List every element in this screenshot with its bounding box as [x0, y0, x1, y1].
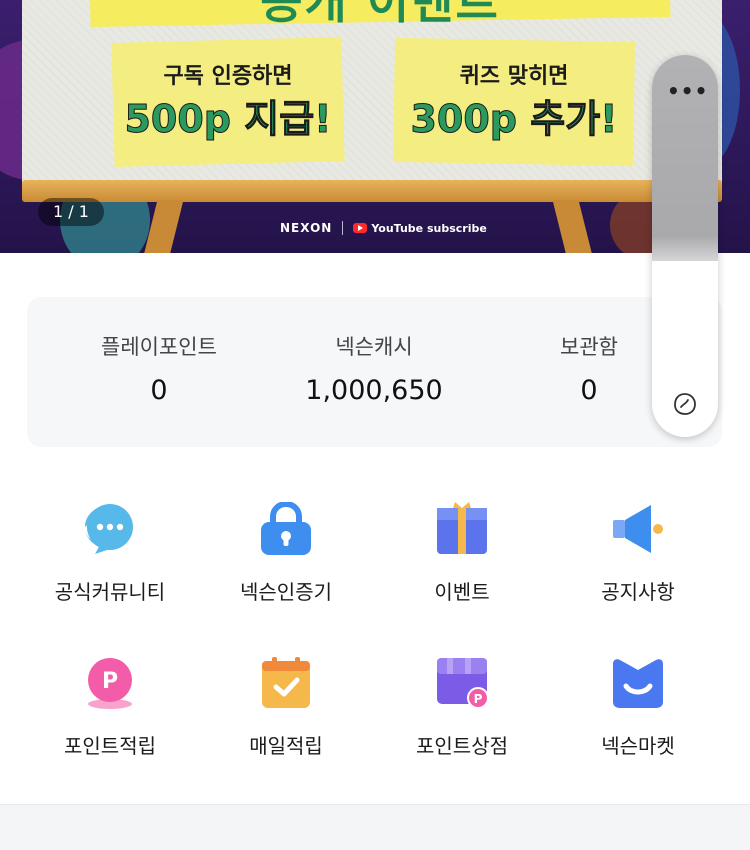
menu-label: 넥슨마켓 [601, 734, 675, 758]
banner-note-left-sub: 구독 인증하면 [163, 64, 293, 89]
shop-icon: P [437, 658, 489, 709]
menu-event[interactable]: 이벤트 [368, 502, 556, 622]
floating-panel-divider [652, 235, 718, 261]
banner-title: 공개 이벤트 [260, 0, 500, 29]
menu-daily-earn[interactable]: 매일적립 [192, 656, 380, 776]
menu-notice[interactable]: 공지사항 [544, 502, 732, 622]
menu-label: 포인트상점 [416, 734, 508, 758]
banner-note-right-sub: 퀴즈 맞히면 [459, 64, 569, 89]
banner-page-counter: 1 / 1 [38, 198, 104, 226]
menu-label: 공지사항 [601, 580, 675, 604]
calendar-check-icon [262, 657, 310, 708]
brand-divider [342, 221, 344, 235]
youtube-subscribe: YouTube subscribe [353, 221, 487, 235]
svg-text:P: P [474, 692, 483, 706]
point-coin-icon: P [88, 658, 132, 709]
menu-nexon-market[interactable]: 넥슨마켓 [544, 656, 732, 776]
points-cash-value: 1,000,650 [305, 375, 443, 406]
menu-official-community[interactable]: 공식커뮤니티 [16, 502, 204, 622]
banner-brand: NEXON YouTube subscribe [280, 220, 487, 236]
megaphone-icon [613, 505, 663, 553]
bean-icon[interactable] [672, 391, 698, 417]
menu-point-earn[interactable]: P 포인트적립 [16, 656, 204, 776]
youtube-subscribe-label: YouTube subscribe [371, 221, 487, 235]
points-play-label: 플레이포인트 [101, 335, 217, 359]
menu-point-shop[interactable]: P 포인트상점 [368, 656, 556, 776]
banner-note-left-big: 500p 지급! [124, 97, 332, 142]
easel-leg [552, 200, 594, 253]
menu-nexon-authenticator[interactable]: 넥슨인증기 [192, 502, 380, 622]
youtube-icon [353, 223, 368, 233]
gift-icon [437, 502, 487, 554]
points-play-value: 0 [150, 375, 168, 406]
easel-ledge [22, 180, 722, 202]
menu-label: 이벤트 [434, 580, 490, 604]
lock-icon [261, 502, 311, 555]
market-icon [613, 659, 663, 708]
nexon-logo: NEXON [280, 221, 333, 235]
points-cash-label: 넥슨캐시 [335, 335, 413, 359]
menu-label: 매일적립 [249, 734, 323, 758]
banner-note-right-big: 300p 추가! [410, 97, 618, 142]
section-divider [0, 804, 750, 850]
menu-label: 넥슨인증기 [240, 580, 332, 604]
menu-label: 공식커뮤니티 [54, 580, 166, 604]
points-summary-card: 플레이포인트 0 넥슨캐시 1,000,650 보관함 0 [27, 297, 722, 447]
svg-text:P: P [102, 669, 118, 694]
more-icon[interactable]: ••• [667, 79, 708, 103]
menu-label: 포인트적립 [64, 734, 156, 758]
floating-quick-panel[interactable]: ••• [652, 55, 718, 437]
event-banner[interactable]: 공개 이벤트 구독 인증하면 500p 지급! 퀴즈 맞히면 300p 추가! … [0, 0, 750, 253]
chat-bubble-icon [85, 504, 133, 554]
